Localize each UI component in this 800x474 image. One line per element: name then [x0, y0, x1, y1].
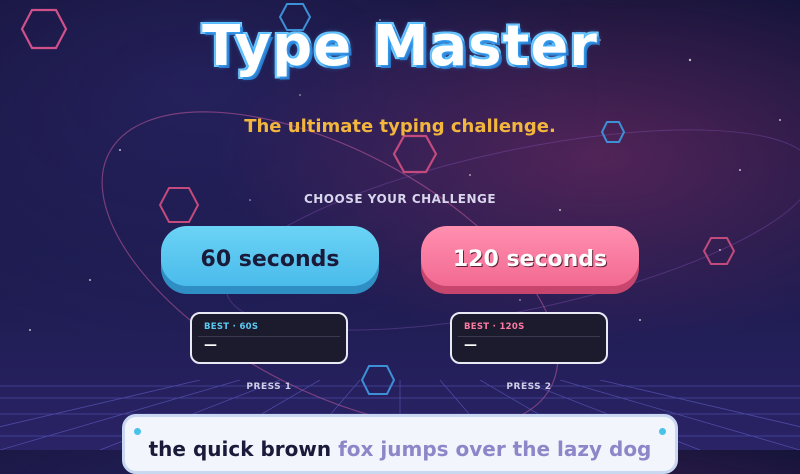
press-2-hint: PRESS 2	[506, 382, 552, 392]
press-1-hint: PRESS 1	[246, 382, 292, 392]
best-score-60-value: —	[204, 338, 217, 353]
untyped-text: fox jumps over the lazy dog	[331, 437, 652, 461]
best-score-60-panel: BEST · 60S —	[190, 312, 348, 364]
game-subtitle: The ultimate typing challenge.	[244, 116, 556, 137]
hexagon-decoration	[702, 237, 736, 265]
typing-preview-card: the quick brown fox jumps over the lazy …	[122, 414, 678, 474]
best-score-60-label: BEST · 60S	[204, 322, 259, 332]
game-title: Type Master	[202, 14, 598, 79]
best-score-divider	[458, 336, 600, 337]
choose-challenge-label: CHOOSE YOUR CHALLENGE	[303, 192, 497, 206]
typing-preview-text: the quick brown fox jumps over the lazy …	[125, 437, 675, 461]
hexagon-decoration	[392, 134, 438, 174]
challenge-60-button[interactable]: 60 seconds	[161, 226, 379, 292]
card-corner-dot	[134, 428, 141, 435]
challenge-120-button[interactable]: 120 seconds	[421, 226, 639, 292]
best-score-120-value: —	[464, 338, 477, 353]
card-corner-dot	[659, 428, 666, 435]
best-score-120-panel: BEST · 120S —	[450, 312, 608, 364]
best-score-120-label: BEST · 120S	[464, 322, 525, 332]
typed-text: the quick brown	[148, 437, 332, 461]
best-score-divider	[198, 336, 340, 337]
